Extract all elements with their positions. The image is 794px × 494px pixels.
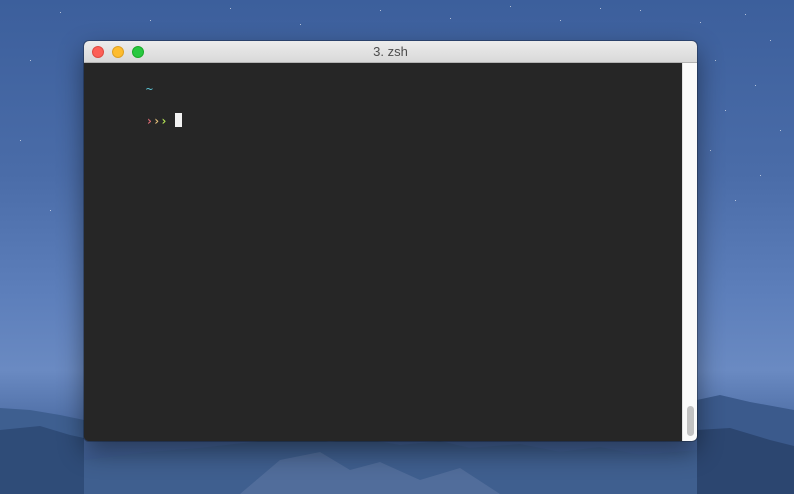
prompt-arrow-3: › <box>160 114 168 128</box>
scrollbar[interactable] <box>682 63 697 441</box>
terminal-content[interactable]: ~ ››› <box>84 63 682 441</box>
prompt-directory: ~ <box>145 82 154 96</box>
window-title: 3. zsh <box>373 44 408 59</box>
desktop: 3. zsh ~ ››› <box>0 0 794 494</box>
scrollbar-thumb[interactable] <box>687 406 694 436</box>
text-cursor <box>174 113 182 127</box>
title-bar[interactable]: 3. zsh <box>84 41 697 63</box>
prompt-line: ~ ››› <box>88 65 182 128</box>
prompt-arrow-1: › <box>145 114 154 128</box>
terminal-window: 3. zsh ~ ››› <box>84 41 697 441</box>
